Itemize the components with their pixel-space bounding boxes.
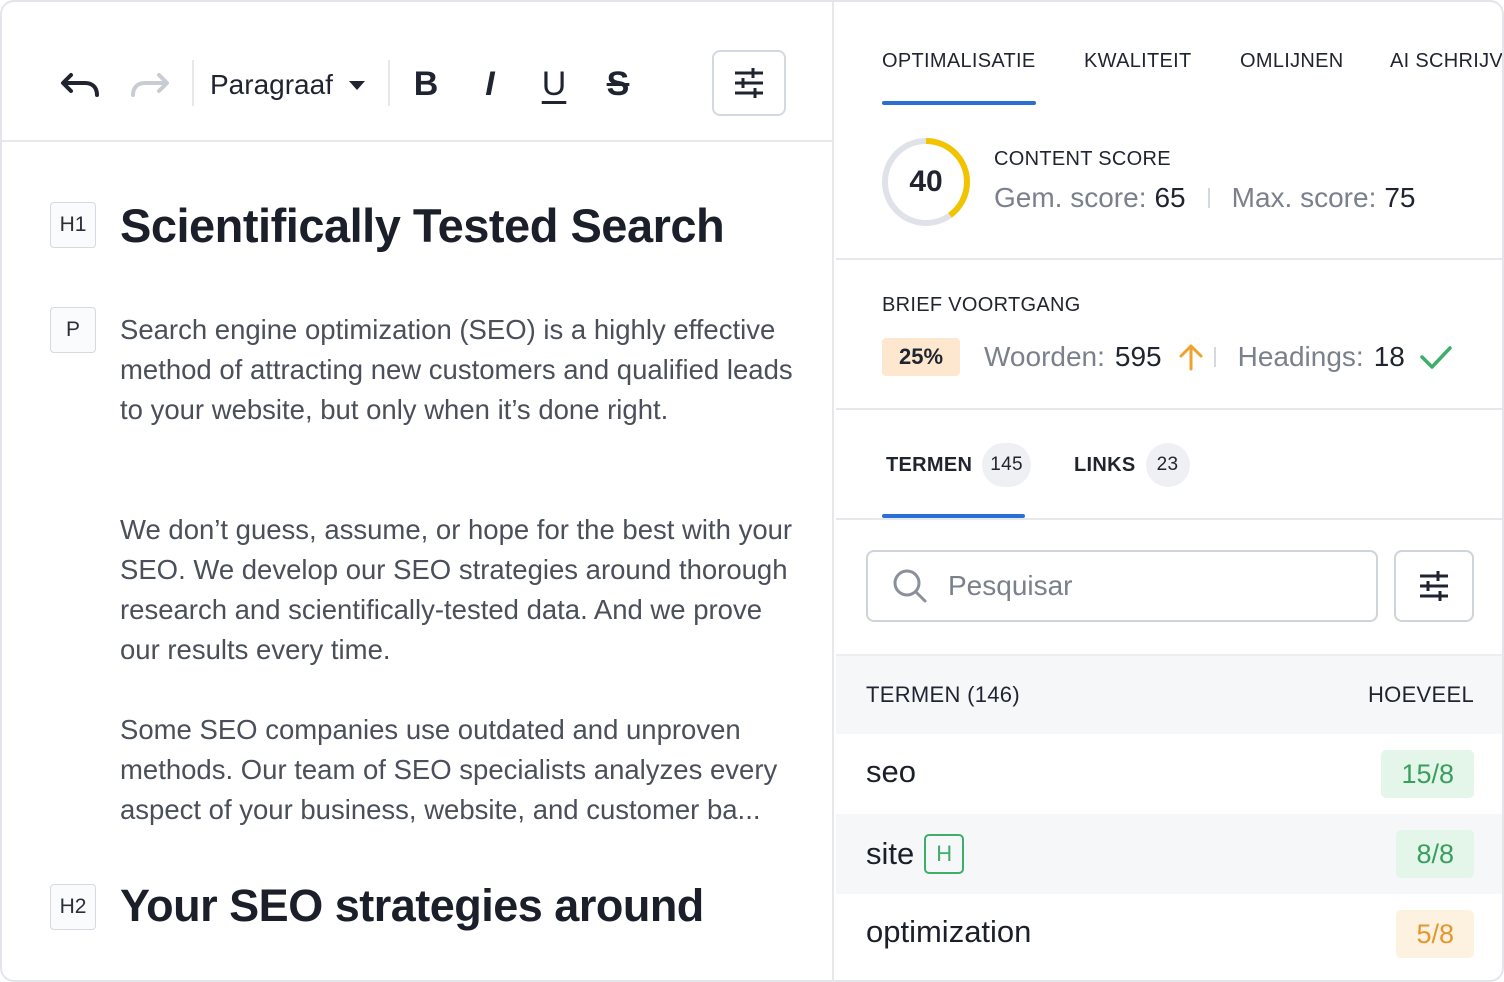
avg-score-label: Gem. score: xyxy=(994,182,1147,213)
tab-termen-label: TERMEN xyxy=(886,453,973,476)
search-icon xyxy=(893,569,927,603)
paragraph[interactable]: We don’t guess, assume, or hope for the … xyxy=(120,510,800,670)
toolbar-divider xyxy=(388,60,390,106)
divider xyxy=(1207,188,1210,208)
redo-button[interactable] xyxy=(124,62,176,108)
term-search[interactable] xyxy=(866,550,1378,622)
tab-kwaliteit[interactable]: KWALITEIT xyxy=(1084,50,1192,73)
strikethrough-icon: S xyxy=(606,64,630,103)
tab-links-count: 23 xyxy=(1145,443,1190,487)
tab-ai-schrijven[interactable]: AI SCHRIJVE xyxy=(1390,50,1502,73)
words-value: 595 xyxy=(1114,341,1162,372)
filter-button[interactable] xyxy=(1394,550,1474,622)
block-type-h1[interactable]: H1 xyxy=(50,202,96,248)
paragraph-style-label: Paragraaf xyxy=(210,69,333,100)
term-tabs: TERMEN 145 LINKS 23 xyxy=(836,410,1502,520)
active-subtab-indicator xyxy=(882,514,1025,518)
divider xyxy=(1213,347,1216,367)
brief-progress-section: BRIEF VOORTGANG 25% Woorden: 595 Heading… xyxy=(836,260,1502,410)
max-score-value: 75 xyxy=(1384,182,1416,213)
tab-omlijnen[interactable]: OMLIJNEN xyxy=(1240,50,1344,73)
editor-settings-button[interactable] xyxy=(712,50,786,116)
term-text: site xyxy=(866,836,915,871)
column-header-terms[interactable]: TERMEN (146) xyxy=(866,682,1020,708)
term-name: optimization xyxy=(866,914,1031,950)
sliders-icon xyxy=(1420,571,1448,601)
score-stats: Gem. score: 65 Max. score: 75 xyxy=(994,182,1416,214)
term-amount: 15/8 xyxy=(1381,750,1474,798)
tab-links[interactable]: LINKS 23 xyxy=(1074,442,1190,488)
term-amount: 5/8 xyxy=(1396,910,1474,958)
toolbar-divider xyxy=(192,60,194,106)
column-header-amount[interactable]: HOEVEEL xyxy=(1368,682,1474,708)
tab-termen[interactable]: TERMEN 145 xyxy=(886,442,1031,488)
term-name: seo xyxy=(866,754,916,790)
italic-button[interactable]: I xyxy=(468,60,512,108)
table-row[interactable]: site H 8/8 xyxy=(836,814,1502,894)
avg-score-value: 65 xyxy=(1154,182,1186,213)
words-label: Woorden: xyxy=(984,341,1105,372)
paragraph[interactable]: Search engine optimization (SEO) is a hi… xyxy=(120,310,800,430)
term-name: site H xyxy=(866,834,965,874)
underline-button[interactable]: U xyxy=(532,60,576,108)
max-score-label: Max. score: xyxy=(1231,182,1377,213)
paragraph[interactable]: Some SEO companies use outdated and unpr… xyxy=(120,710,800,830)
underline-icon: U xyxy=(541,64,567,103)
optimization-panel: OPTIMALISATIE KWALITEIT OMLIJNEN AI SCHR… xyxy=(836,2,1502,980)
search-input[interactable] xyxy=(948,570,1348,602)
editor-toolbar: Paragraaf B I U S xyxy=(2,2,834,142)
table-row[interactable]: optimization 5/8 xyxy=(836,894,1502,974)
paragraph-style-select[interactable]: Paragraaf xyxy=(210,62,365,108)
undo-icon xyxy=(61,73,99,97)
brief-progress-label: BRIEF VOORTGANG xyxy=(882,294,1081,316)
bold-button[interactable]: B xyxy=(404,60,448,108)
tab-termen-count: 145 xyxy=(982,443,1031,487)
chevron-down-icon xyxy=(348,80,365,90)
content-score-label: CONTENT SCORE xyxy=(994,148,1171,170)
terms-table-header: TERMEN (146) HOEVEEL xyxy=(836,654,1502,734)
term-text: seo xyxy=(866,754,916,789)
editor-pane: Paragraaf B I U S H1 Scientifically Test… xyxy=(2,2,834,980)
undo-button[interactable] xyxy=(54,62,106,108)
tab-optimalisatie[interactable]: OPTIMALISATIE xyxy=(882,50,1036,73)
content-score-section: 40 CONTENT SCORE Gem. score: 65 Max. sco… xyxy=(836,106,1502,260)
table-row[interactable]: seo 15/8 xyxy=(836,734,1502,814)
term-amount: 8/8 xyxy=(1396,830,1474,878)
content-score-value: 40 xyxy=(909,165,943,198)
heading-badge: H xyxy=(924,834,965,874)
app-window: Paragraaf B I U S H1 Scientifically Test… xyxy=(0,0,1504,982)
tab-links-label: LINKS xyxy=(1074,453,1136,476)
block-type-p[interactable]: P xyxy=(50,307,96,353)
bold-icon: B xyxy=(413,64,439,103)
brief-progress-badge: 25% xyxy=(882,338,960,376)
block-type-h2[interactable]: H2 xyxy=(50,884,96,930)
panel-tabs: OPTIMALISATIE KWALITEIT OMLIJNEN AI SCHR… xyxy=(836,2,1502,106)
active-tab-indicator xyxy=(882,101,1036,105)
strikethrough-button[interactable]: S xyxy=(596,60,640,108)
arrow-up-icon xyxy=(1179,344,1203,371)
brief-stats: Woorden: 595 Headings: 18 xyxy=(984,338,1453,376)
redo-icon xyxy=(131,73,169,97)
headings-value: 18 xyxy=(1373,341,1405,372)
italic-icon: I xyxy=(485,64,495,103)
checkmark-icon xyxy=(1420,346,1452,369)
sliders-icon xyxy=(735,68,763,98)
heading-2[interactable]: Your SEO strategies around xyxy=(120,880,704,932)
term-text: optimization xyxy=(866,914,1032,949)
headings-label: Headings: xyxy=(1237,341,1364,372)
heading-1[interactable]: Scientifically Tested Search xyxy=(120,198,725,253)
